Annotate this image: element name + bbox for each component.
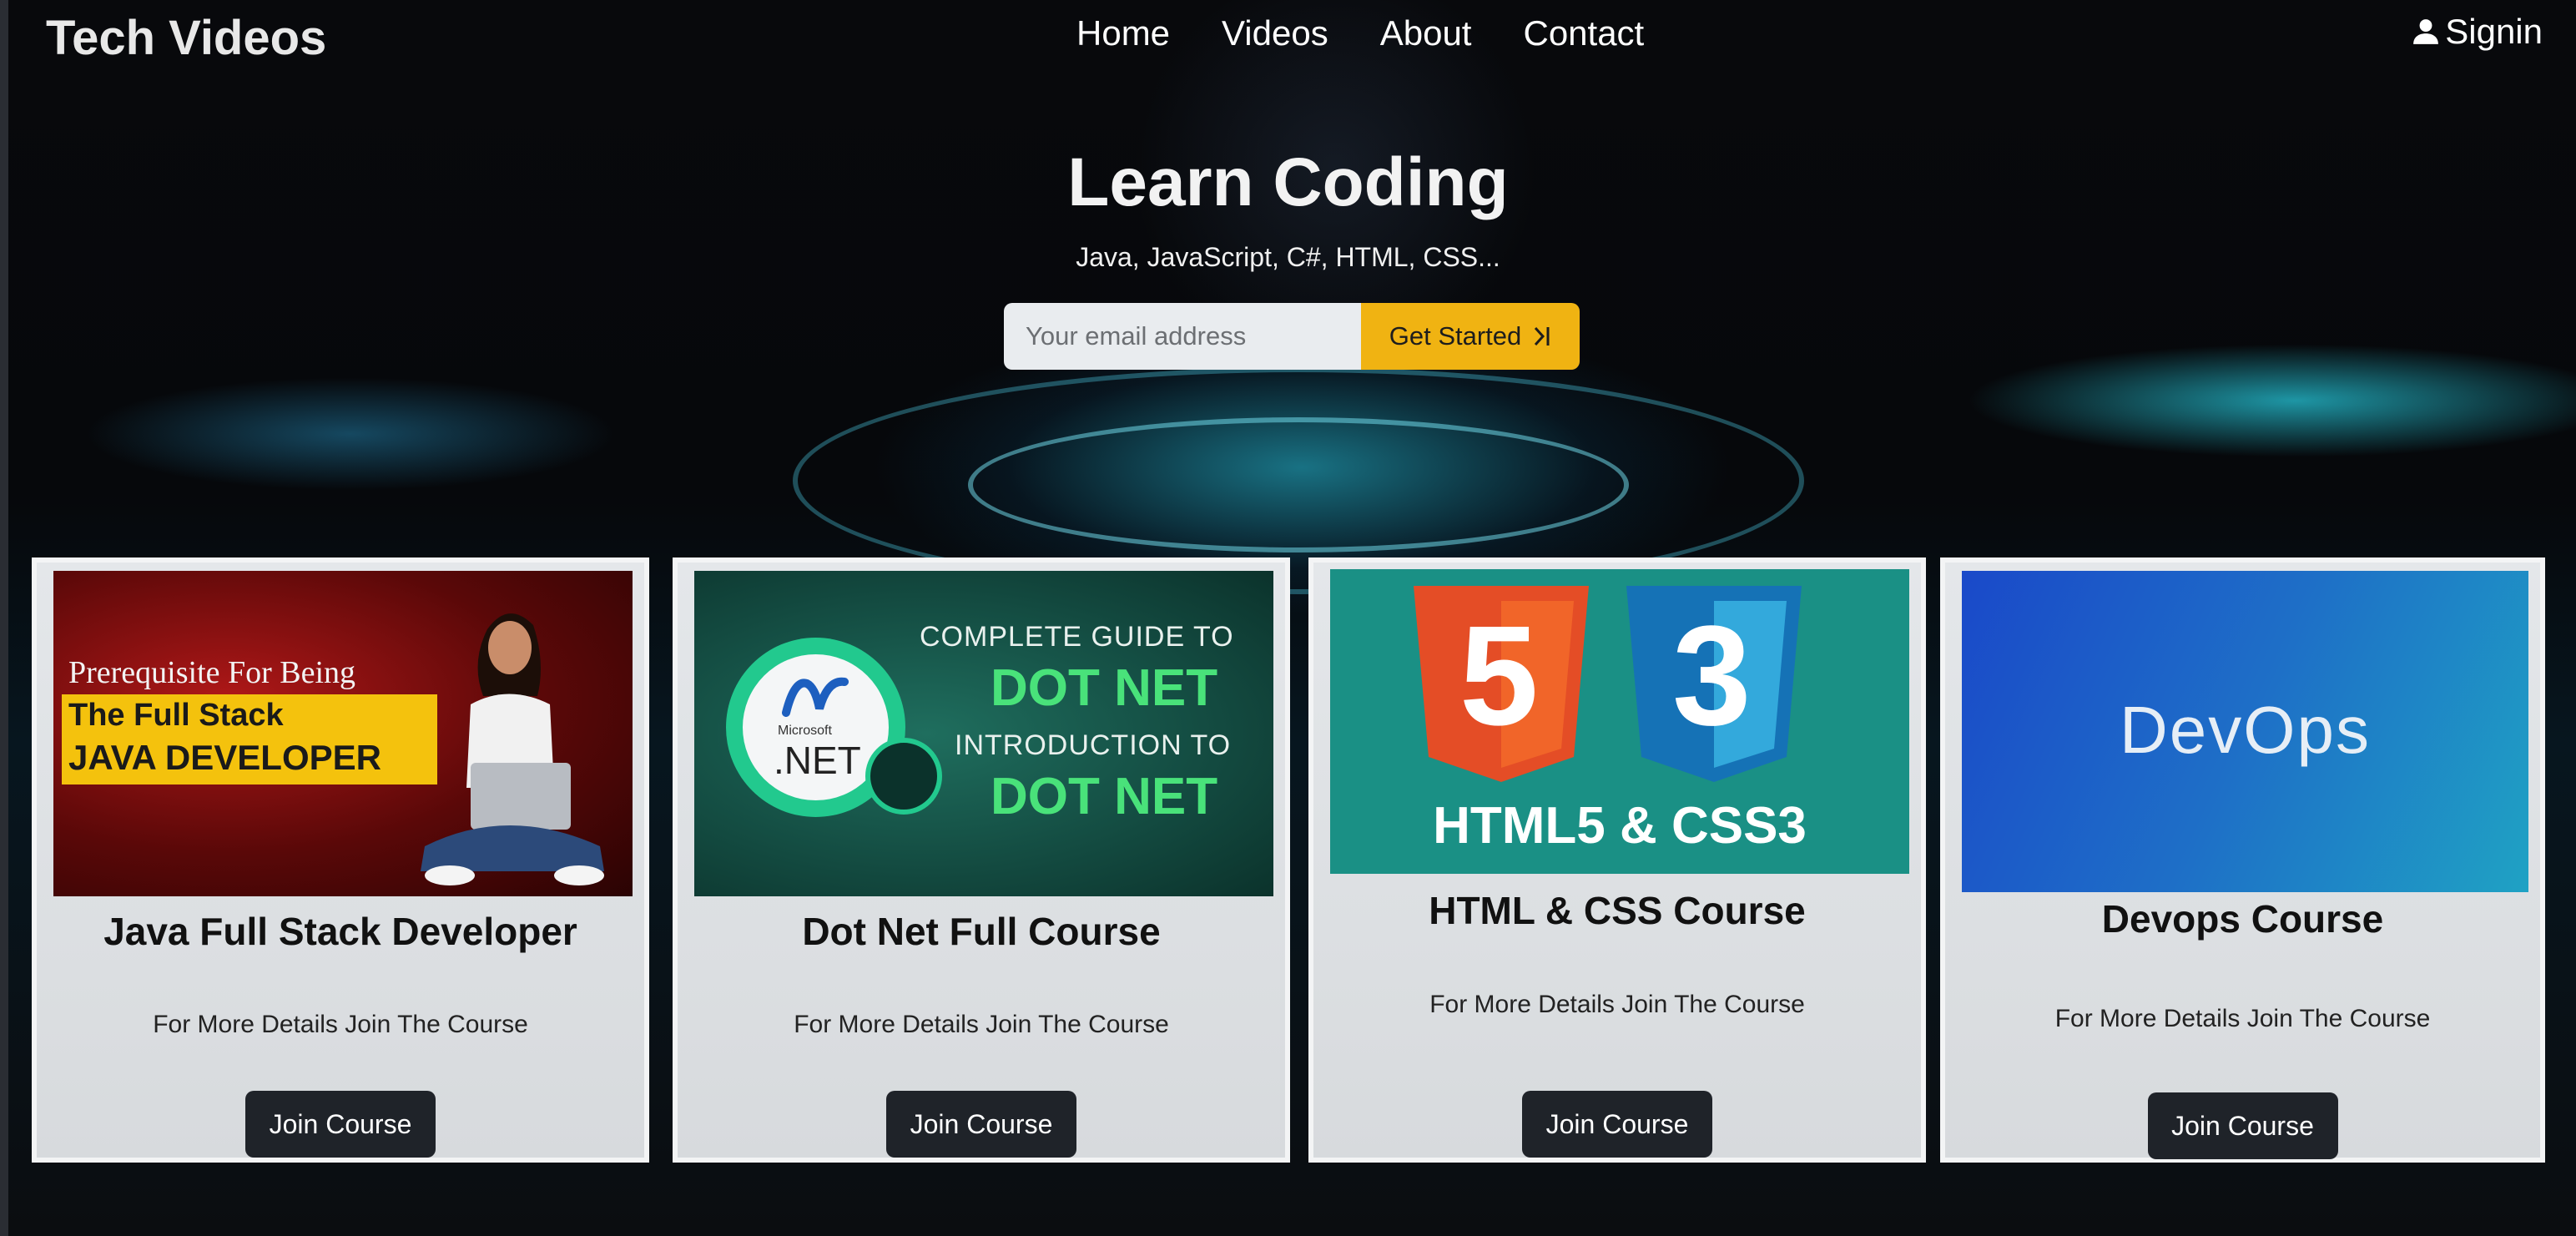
course-description: For More Details Join The Course [2054,1005,2431,1032]
course-title: Java Full Stack Developer [103,910,577,953]
course-description: For More Details Join The Course [794,1011,1169,1038]
course-card-devops: DevOps Devops Course For More Details Jo… [1940,557,2545,1163]
join-course-button-html-css[interactable]: Join Course [1522,1091,1712,1158]
nav-links: Home Videos About Contact [1076,13,1644,53]
dotnet-n-logo-icon [782,677,849,717]
user-icon [2413,19,2439,44]
dotnet-small-disc [865,738,942,815]
hero-subtitle: Java, JavaScript, C#, HTML, CSS... [1076,242,1500,272]
nav-link-home[interactable]: Home [1076,13,1170,53]
course-image-java: Prerequisite For Being The Full Stack JA… [53,571,633,896]
course-card-html-css: 5 3 HTML5 & CSS3 HTML & CSS Course For M… [1308,557,1926,1163]
woman-with-laptop-illustration [421,613,604,885]
course-title: Dot Net Full Course [802,910,1161,953]
course-description: For More Details Join The Course [1429,991,1805,1018]
dotnet-logo-main: .NET [774,739,861,782]
navbar: Tech Videos Home Videos About Contact Si… [0,0,2576,75]
html5-digit: 5 [1459,597,1539,755]
brand-logo[interactable]: Tech Videos [46,10,326,66]
devops-caption: DevOps [2120,693,2371,767]
java-image-line2: The Full Stack [68,698,284,733]
course-title: HTML & CSS Course [1429,889,1806,932]
join-course-button-dotnet[interactable]: Join Course [886,1091,1076,1158]
dotnet-image-line1: COMPLETE GUIDE TO [920,621,1234,653]
dotnet-image-line3: INTRODUCTION TO [955,729,1232,761]
course-image-dotnet: Microsoft .NET COMPLETE GUIDE TO DOT NET… [694,571,1273,896]
course-image-html-css: 5 3 HTML5 & CSS3 [1330,569,1909,874]
arrow-right-bar-icon [1535,326,1550,346]
hero-ring-inner [968,417,1629,552]
nav-link-contact[interactable]: Contact [1523,13,1644,53]
java-image-line1: Prerequisite For Being [68,655,356,690]
html-css-caption: HTML5 & CSS3 [1433,797,1807,855]
get-started-button[interactable]: Get Started [1361,303,1580,370]
signin-label: Signin [2445,12,2543,51]
signin-link[interactable]: Signin [2412,12,2543,52]
course-image-devops: DevOps [1962,571,2528,892]
dotnet-image-line4: DOT NET [991,768,1218,825]
email-input[interactable] [1004,303,1361,370]
dotnet-image-line2: DOT NET [991,659,1218,717]
join-course-button-devops[interactable]: Join Course [2147,1092,2338,1159]
hero-title: Learn Coding [1067,144,1509,220]
course-description: For More Details Join The Course [153,1011,528,1038]
dotnet-logo-small: Microsoft [778,724,832,738]
signup-form: Get Started [1004,303,1580,370]
join-course-button-java[interactable]: Join Course [245,1091,436,1158]
course-card-java: Prerequisite For Being The Full Stack JA… [32,557,649,1163]
nav-link-about[interactable]: About [1380,13,1472,53]
java-image-line3: JAVA DEVELOPER [68,738,381,777]
course-card-dotnet: Microsoft .NET COMPLETE GUIDE TO DOT NET… [673,557,1290,1163]
css3-digit: 3 [1672,597,1752,755]
course-title: Devops Course [2101,897,2384,941]
nav-link-videos[interactable]: Videos [1222,13,1328,53]
get-started-label: Get Started [1389,321,1522,351]
